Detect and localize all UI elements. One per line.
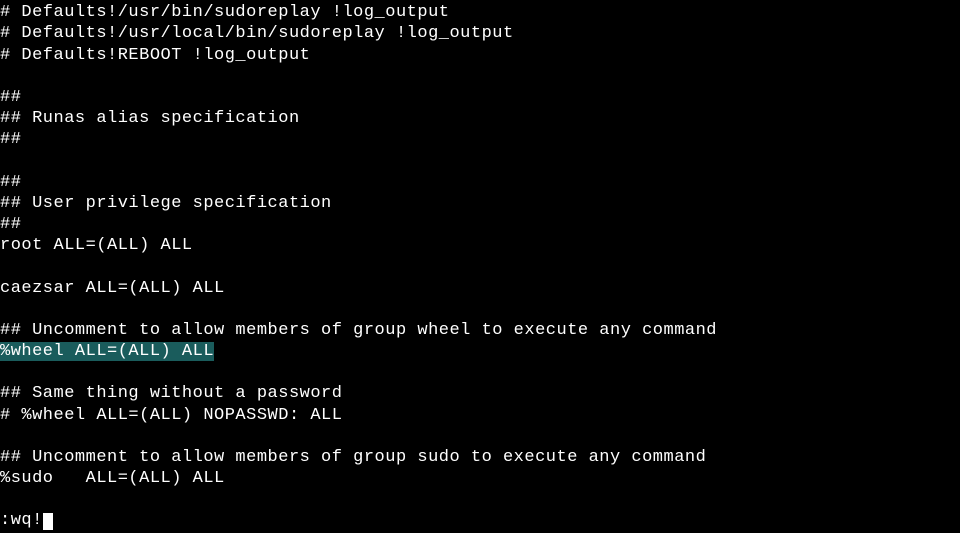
file-line (0, 362, 960, 383)
vim-command-line[interactable]: :wq! (0, 510, 960, 531)
file-line (0, 151, 960, 172)
file-line: caezsar ALL=(ALL) ALL (0, 278, 960, 299)
file-line: ## User privilege specification (0, 193, 960, 214)
vim-command-text: :wq! (0, 511, 43, 530)
file-line: ## Uncomment to allow members of group s… (0, 447, 960, 468)
cursor-icon (43, 513, 53, 530)
file-line (0, 257, 960, 278)
file-line: # Defaults!/usr/local/bin/sudoreplay !lo… (0, 23, 960, 44)
file-line (0, 489, 960, 510)
file-line-highlighted: %wheel ALL=(ALL) ALL (0, 341, 960, 362)
file-line: ## (0, 214, 960, 235)
file-line: ## Runas alias specification (0, 108, 960, 129)
file-line: root ALL=(ALL) ALL (0, 235, 960, 256)
file-line: %sudo ALL=(ALL) ALL (0, 468, 960, 489)
file-line: ## (0, 129, 960, 150)
file-line (0, 426, 960, 447)
file-line (0, 66, 960, 87)
file-line: ## (0, 172, 960, 193)
file-line: # Defaults!REBOOT !log_output (0, 45, 960, 66)
file-line: ## (0, 87, 960, 108)
file-line: ## Same thing without a password (0, 383, 960, 404)
file-line (0, 299, 960, 320)
file-line: # Defaults!/usr/bin/sudoreplay !log_outp… (0, 2, 960, 23)
file-line: # %wheel ALL=(ALL) NOPASSWD: ALL (0, 405, 960, 426)
file-line: ## Uncomment to allow members of group w… (0, 320, 960, 341)
